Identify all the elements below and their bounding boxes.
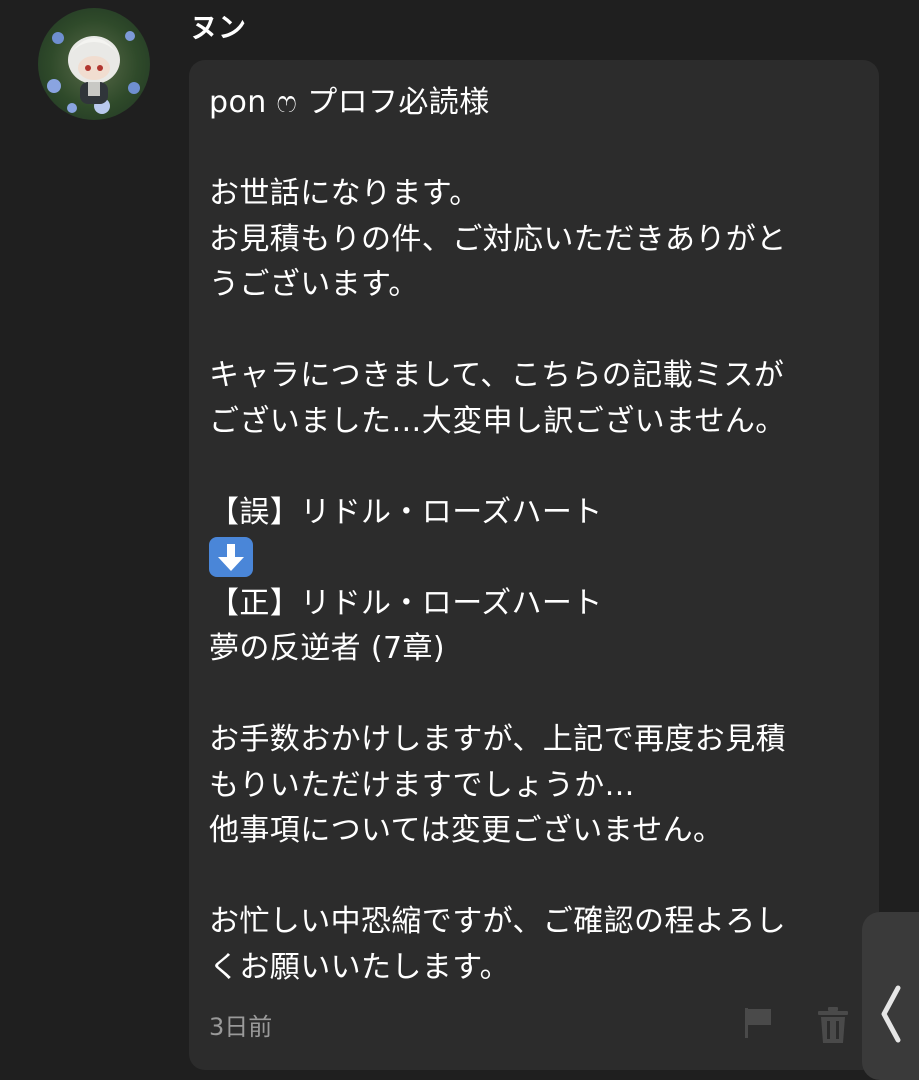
message-line: お手数おかけしますが、上記で再度お見積 (209, 722, 786, 757)
message-line: ございました…大変申し訳ございません。 (209, 403, 786, 439)
message-line (209, 672, 859, 718)
sender-avatar[interactable] (38, 8, 150, 120)
side-panel-tab[interactable] (862, 912, 919, 1080)
message-line: 【正】リドル・ローズハート (209, 585, 603, 621)
sender-name: ヌン (190, 11, 247, 44)
trash-icon (818, 1007, 848, 1043)
message-screen: ヌン pon ෆ プロフ必読様 お世話になります。 お見積もりの件、ご対応いただ… (0, 0, 919, 1080)
message-line: 【誤】リドル・ローズハート (209, 494, 603, 530)
delete-button[interactable] (815, 1005, 851, 1045)
chevron-left-icon (881, 985, 901, 1043)
emoji-line (209, 535, 859, 581)
message-line (209, 308, 859, 354)
message-line: お見積もりの件、ご対応いただきありがと (209, 221, 787, 257)
message-line: 夢の反逆者 (7章) (209, 631, 446, 666)
message-line: pon ෆ プロフ必読様 (209, 85, 490, 120)
flag-icon (745, 1008, 771, 1038)
message-line (209, 444, 859, 490)
message-line (209, 126, 859, 172)
message-line: もりいただけますでしょうか… (209, 767, 635, 803)
message-line (209, 854, 859, 900)
message-line: うございます。 (209, 267, 419, 302)
message-timestamp: 3日前 (209, 1013, 273, 1041)
user-avatar-icon (47, 31, 140, 114)
message-line: お忙しい中恐縮ですが、ご確認の程よろし (209, 904, 786, 939)
down-arrow-emoji (209, 537, 253, 577)
message-line: お世話になります。 (209, 176, 480, 211)
message-body: pon ෆ プロフ必読様 お世話になります。 お見積もりの件、ご対応いただきあり… (209, 80, 859, 990)
message-bubble: pon ෆ プロフ必読様 お世話になります。 お見積もりの件、ご対応いただきあり… (189, 60, 879, 1070)
message-line: 他事項については変更ございません。 (209, 813, 724, 848)
message-line: キャラにつきまして、こちらの記載ミスが (209, 358, 785, 393)
flag-button[interactable] (741, 1005, 777, 1041)
message-line: くお願いいたします。 (209, 949, 510, 985)
